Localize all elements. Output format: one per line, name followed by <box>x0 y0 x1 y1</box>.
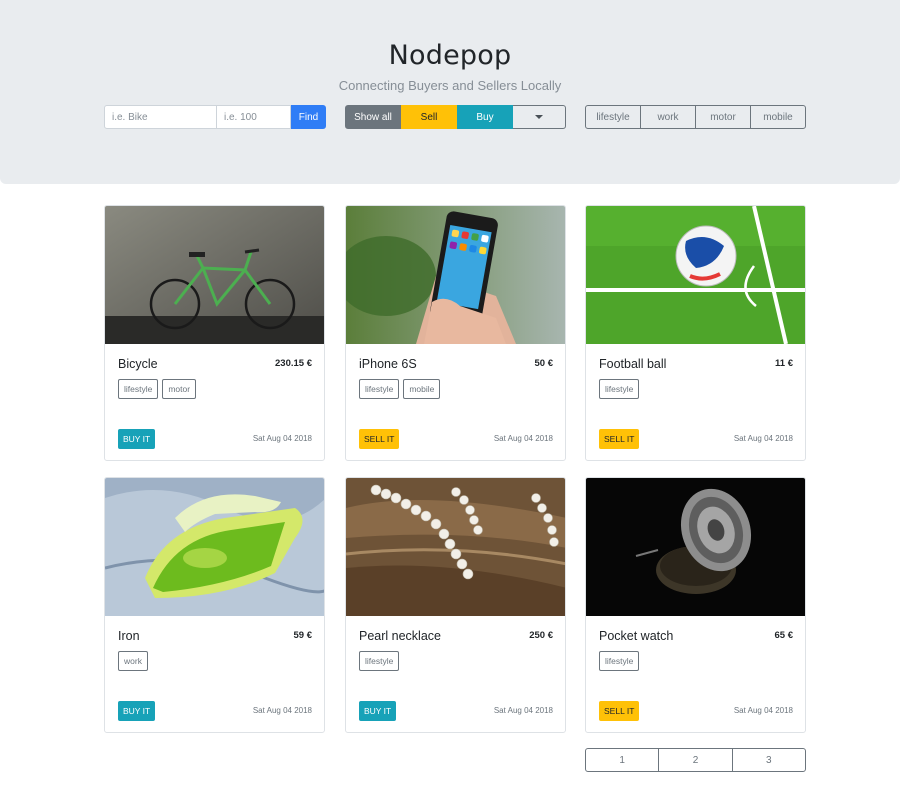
watch-photo <box>586 478 805 616</box>
buy-it-badge: BUY IT <box>359 701 397 721</box>
page-title: Nodepop <box>388 40 512 71</box>
show-all-button[interactable]: Show all <box>345 105 401 129</box>
advert-name: Iron <box>118 629 140 643</box>
advert-tag: lifestyle <box>599 651 640 671</box>
advert-tags: lifestyle mobile <box>359 379 444 399</box>
necklace-photo <box>346 478 565 616</box>
advert-price: 250 € <box>529 630 553 641</box>
advert-tag: lifestyle <box>118 379 159 399</box>
name-search-input[interactable] <box>104 105 217 129</box>
advert-name: iPhone 6S <box>359 357 417 371</box>
advert-tags: lifestyle motor <box>118 379 200 399</box>
search-form: Find <box>104 105 326 129</box>
advert-tag: work <box>118 651 148 671</box>
advert-price: 65 € <box>774 630 794 641</box>
tag-filter-work[interactable]: work <box>640 105 696 129</box>
advert-date: Sat Aug 04 2018 <box>733 706 793 715</box>
caret-down-icon <box>535 115 543 119</box>
advert-card[interactable]: Pearl necklace 250 € lifestyle BUY IT Sa… <box>345 477 566 733</box>
advert-date: Sat Aug 04 2018 <box>252 706 312 715</box>
advert-date: Sat Aug 04 2018 <box>252 434 312 443</box>
pagination: 1 2 3 <box>585 748 806 772</box>
advert-card[interactable]: Football ball 11 € lifestyle SELL IT Sat… <box>585 205 806 461</box>
advert-tags: lifestyle <box>599 379 643 399</box>
tag-filter-lifestyle[interactable]: lifestyle <box>585 105 641 129</box>
header-jumbotron: Nodepop Connecting Buyers and Sellers Lo… <box>0 0 900 184</box>
advert-price: 50 € <box>534 358 554 369</box>
advert-name: Pocket watch <box>599 629 674 643</box>
advert-tags: lifestyle <box>599 651 643 671</box>
advert-date: Sat Aug 04 2018 <box>493 706 553 715</box>
tag-filter-motor[interactable]: motor <box>695 105 751 129</box>
advert-card[interactable]: Iron 59 € work BUY IT Sat Aug 04 2018 <box>104 477 325 733</box>
football-photo <box>586 206 805 344</box>
advert-tag: motor <box>162 379 197 399</box>
advert-tag: lifestyle <box>599 379 640 399</box>
sell-it-badge: SELL IT <box>359 429 400 449</box>
type-filter-group: Show all Sell Buy <box>345 105 566 129</box>
advert-price: 230.15 € <box>275 358 312 369</box>
advert-name: Pearl necklace <box>359 629 441 643</box>
tag-filter-group: lifestyle work motor mobile <box>585 105 806 129</box>
sell-it-badge: SELL IT <box>599 429 640 449</box>
advert-name: Football ball <box>599 357 667 371</box>
advert-price: 11 € <box>775 358 793 369</box>
advert-date: Sat Aug 04 2018 <box>493 434 553 443</box>
sell-it-badge: SELL IT <box>599 701 640 721</box>
advert-date: Sat Aug 04 2018 <box>733 434 793 443</box>
page-subtitle: Connecting Buyers and Sellers Locally <box>338 78 562 93</box>
advert-tag: lifestyle <box>359 379 400 399</box>
advert-tag: lifestyle <box>359 651 400 671</box>
iron-photo <box>105 478 324 616</box>
advert-price: 59 € <box>293 630 313 641</box>
advert-tags: work <box>118 651 152 671</box>
price-search-input[interactable] <box>217 105 291 129</box>
advert-name: Bicycle <box>118 357 158 371</box>
buy-button[interactable]: Buy <box>457 105 513 129</box>
page-2-button[interactable]: 2 <box>658 749 731 771</box>
sell-button[interactable]: Sell <box>401 105 457 129</box>
phone-photo <box>346 206 565 344</box>
advert-card[interactable]: Pocket watch 65 € lifestyle SELL IT Sat … <box>585 477 806 733</box>
advert-card[interactable]: Bicycle 230.15 € lifestyle motor BUY IT … <box>104 205 325 461</box>
type-dropdown-toggle[interactable] <box>513 105 566 129</box>
advert-tags: lifestyle <box>359 651 403 671</box>
advert-tag: mobile <box>403 379 441 399</box>
find-button[interactable]: Find <box>291 105 326 129</box>
buy-it-badge: BUY IT <box>118 701 156 721</box>
buy-it-badge: BUY IT <box>118 429 156 449</box>
tag-filter-mobile[interactable]: mobile <box>750 105 806 129</box>
page-3-button[interactable]: 3 <box>731 749 805 771</box>
bicycle-photo <box>105 206 324 344</box>
page-1-button[interactable]: 1 <box>586 749 658 771</box>
advert-card[interactable]: iPhone 6S 50 € lifestyle mobile SELL IT … <box>345 205 566 461</box>
